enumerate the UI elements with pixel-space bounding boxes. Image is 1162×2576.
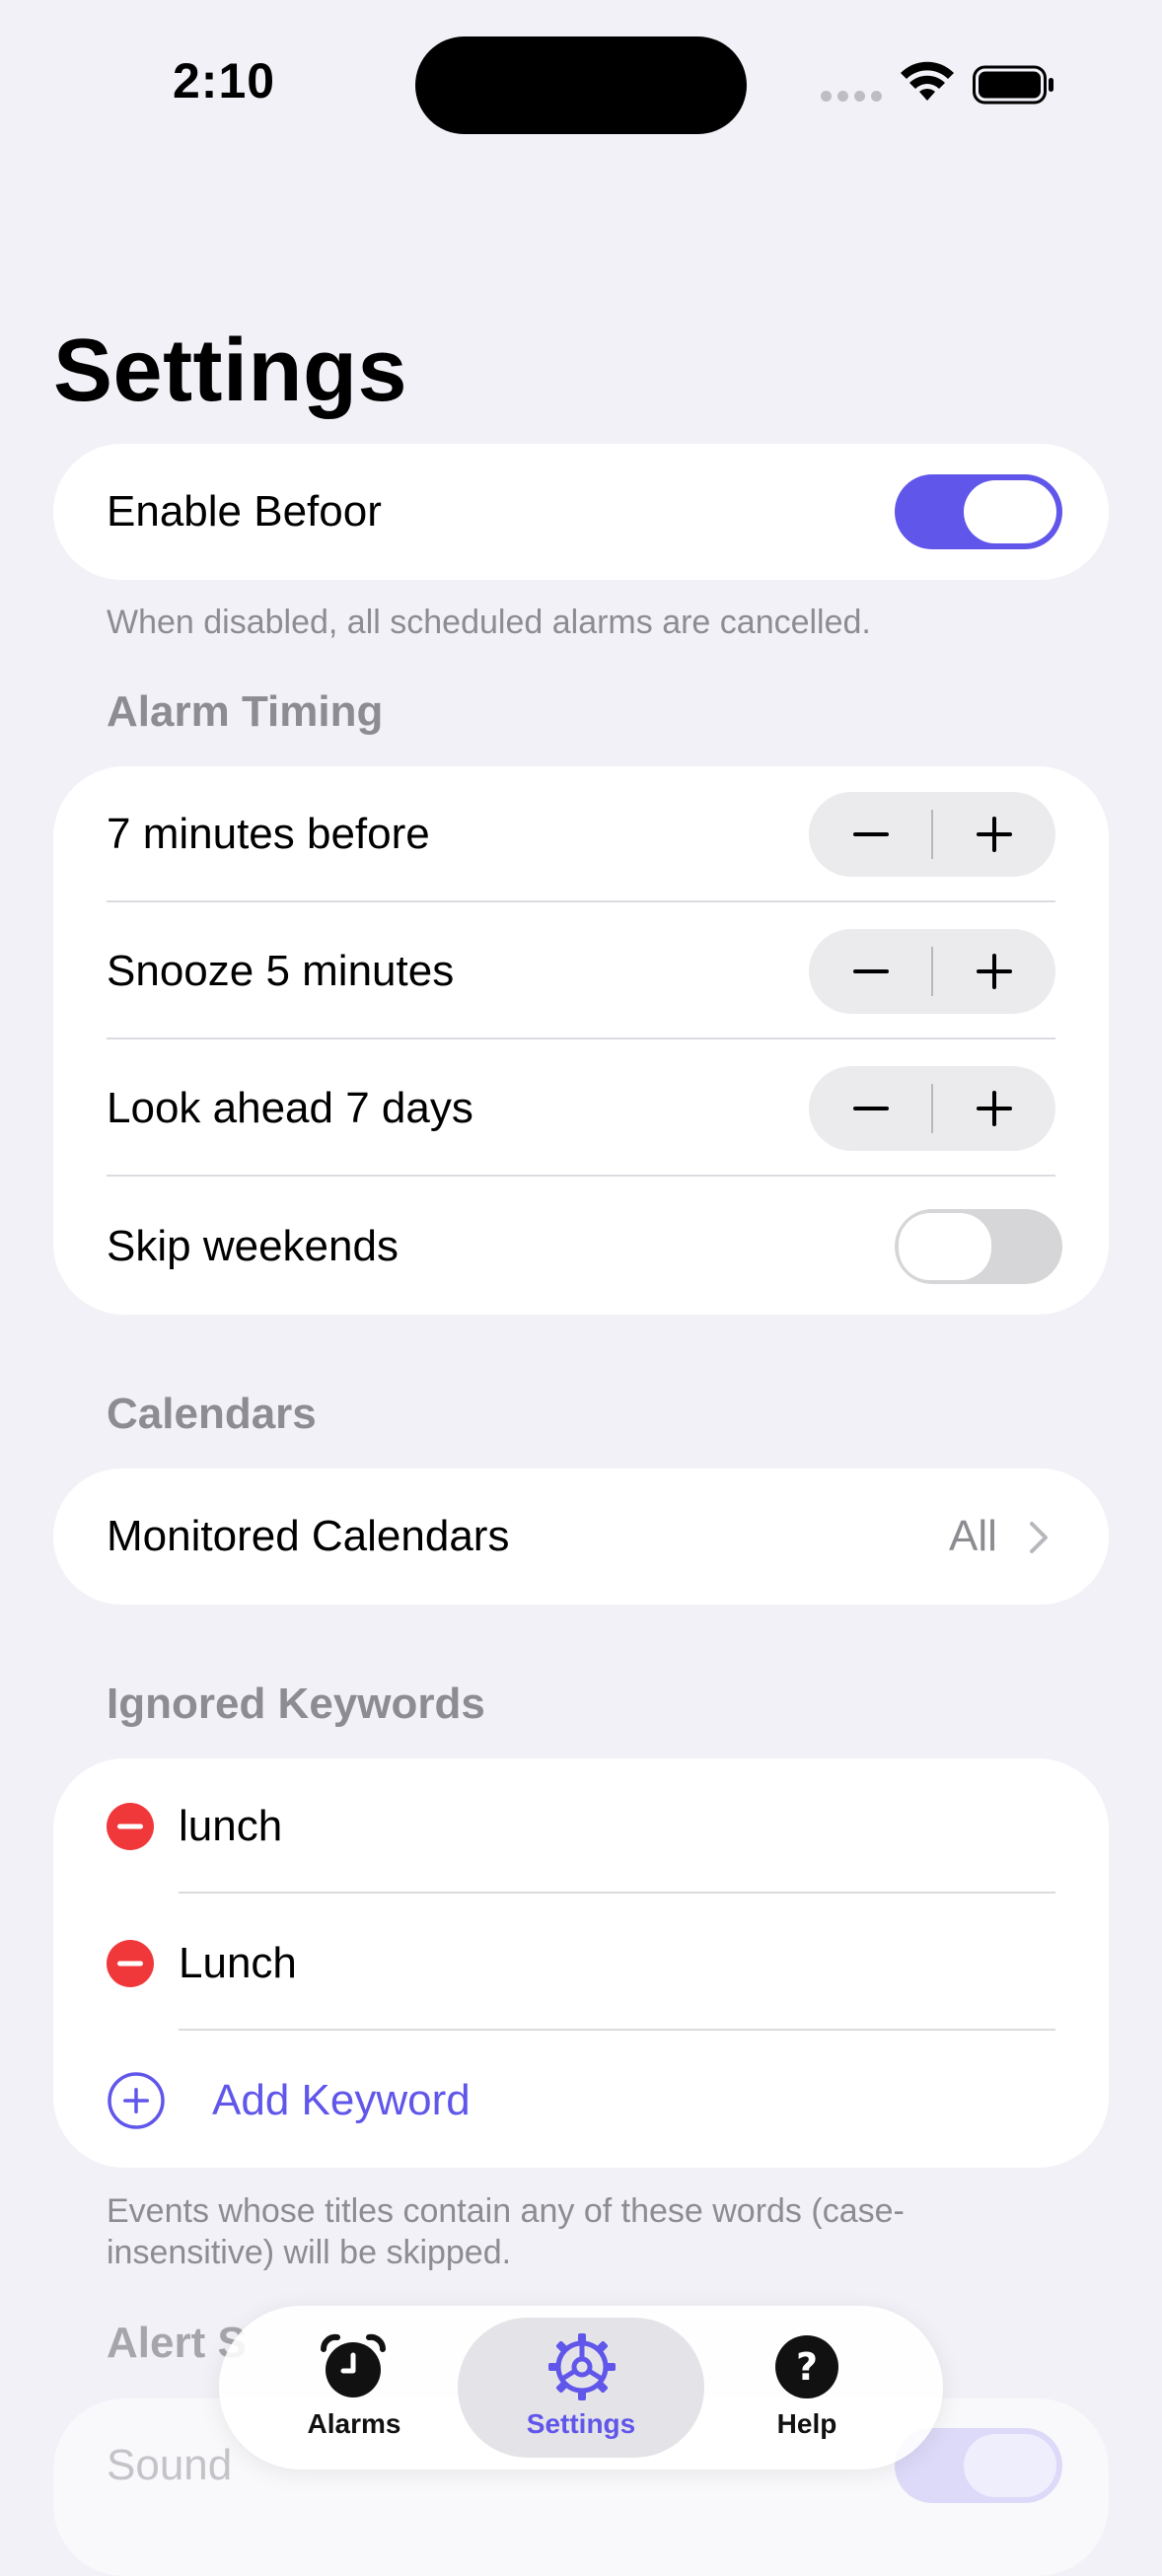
increment-button[interactable] <box>932 792 1055 877</box>
battery-icon <box>973 65 1053 105</box>
keyword-item: Lunch <box>179 1939 297 1987</box>
row-divider <box>107 1175 1055 1177</box>
chevron-right-icon <box>1030 1522 1048 1553</box>
look-ahead-label: Look ahead 7 days <box>107 1084 473 1132</box>
tab-alarms[interactable]: Alarms <box>275 2407 433 2441</box>
page-title: Settings <box>53 322 408 420</box>
toggle-knob <box>899 1213 991 1280</box>
tab-help[interactable]: Help <box>728 2407 886 2441</box>
add-keyword-icon[interactable] <box>107 2071 166 2130</box>
svg-text:?: ? <box>796 2345 818 2389</box>
snooze-stepper <box>809 929 1055 1014</box>
minus-icon <box>852 832 889 836</box>
gear-icon[interactable] <box>546 2331 617 2402</box>
plus-icon <box>976 1091 1012 1126</box>
alarm-timing-header: Alarm Timing <box>107 687 384 736</box>
monitored-calendars-value: All <box>949 1512 997 1560</box>
add-keyword-button[interactable]: Add Keyword <box>212 2075 471 2126</box>
minutes-before-stepper <box>809 792 1055 877</box>
decrement-button[interactable] <box>809 929 932 1014</box>
increment-button[interactable] <box>932 929 1055 1014</box>
look-ahead-stepper <box>809 1066 1055 1151</box>
calendars-header: Calendars <box>107 1390 317 1438</box>
increment-button[interactable] <box>932 1066 1055 1151</box>
row-divider <box>179 2029 1055 2031</box>
row-divider <box>107 900 1055 902</box>
sound-label: Sound <box>107 2441 233 2489</box>
question-circle-icon[interactable]: ? <box>775 2335 838 2398</box>
plus-icon <box>976 954 1012 989</box>
decrement-button[interactable] <box>809 792 932 877</box>
enable-label: Enable Befoor <box>107 487 382 536</box>
row-divider <box>107 1038 1055 1039</box>
minus-icon <box>852 1107 889 1110</box>
toggle-knob <box>964 2434 1056 2497</box>
status-time: 2:10 <box>173 53 276 108</box>
keywords-footnote-line2: insensitive) will be skipped. <box>107 2234 512 2271</box>
tab-settings[interactable]: Settings <box>502 2407 660 2441</box>
enable-footnote: When disabled, all scheduled alarms are … <box>107 604 871 641</box>
remove-keyword-icon[interactable] <box>107 1803 154 1850</box>
skip-weekends-toggle[interactable] <box>895 1209 1062 1284</box>
row-divider <box>179 1892 1055 1894</box>
alarm-clock-icon[interactable] <box>318 2331 389 2402</box>
enable-toggle[interactable] <box>895 474 1062 549</box>
remove-keyword-icon[interactable] <box>107 1940 154 1987</box>
ignored-keywords-header: Ignored Keywords <box>107 1680 485 1728</box>
minutes-before-label: 7 minutes before <box>107 810 430 858</box>
monitored-calendars-label: Monitored Calendars <box>107 1512 510 1560</box>
decrement-button[interactable] <box>809 1066 932 1151</box>
cellular-signal-icon <box>821 91 882 103</box>
snooze-label: Snooze 5 minutes <box>107 947 455 995</box>
keywords-footnote-line1: Events whose titles contain any of these… <box>107 2192 905 2230</box>
toggle-knob <box>964 480 1056 543</box>
plus-icon <box>976 817 1012 852</box>
keyword-item: lunch <box>179 1802 283 1850</box>
wifi-icon <box>901 61 954 101</box>
skip-weekends-label: Skip weekends <box>107 1222 399 1270</box>
dynamic-island <box>415 36 747 134</box>
minus-icon <box>852 969 889 973</box>
